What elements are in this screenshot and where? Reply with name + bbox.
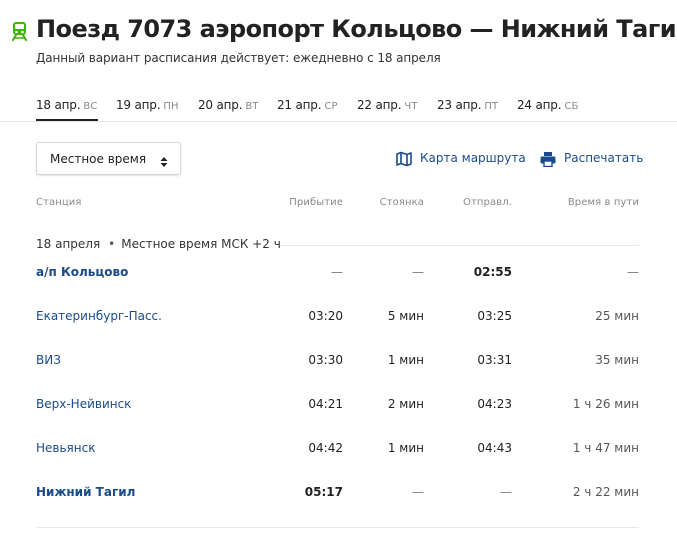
print-label: Распечатать bbox=[564, 151, 644, 165]
tab-weekday-label: ВТ bbox=[245, 101, 259, 112]
tab-weekday-label: СР bbox=[324, 101, 338, 112]
time-zone-select[interactable]: Местное время bbox=[36, 142, 181, 175]
travel-time: 1 ч 47 мин bbox=[572, 441, 639, 455]
stop-duration: 1 мин bbox=[387, 441, 424, 455]
stop-duration: 1 мин bbox=[387, 353, 424, 367]
travel-time: — bbox=[627, 265, 639, 279]
page-header: Поезд 7073 аэропорт Кольцово — Нижний Та… bbox=[0, 0, 677, 122]
station-link[interactable]: Екатеринбург-Пасс. bbox=[36, 309, 162, 323]
tab-date-label: 23 апр. bbox=[437, 98, 482, 112]
date-note-date: 18 апреля bbox=[36, 237, 101, 251]
stop-duration: — bbox=[412, 265, 424, 279]
departure-time: 03:25 bbox=[477, 309, 512, 323]
tab-date-label: 24 апр. bbox=[517, 98, 562, 112]
table-row: а/п Кольцово — — 02:55 — bbox=[0, 265, 677, 289]
tab-date-label: 20 апр. bbox=[198, 98, 243, 112]
column-header-arrival: Прибытие bbox=[289, 197, 343, 208]
arrival-time: 04:21 bbox=[308, 397, 343, 411]
column-header-travel-time: Время в пути bbox=[567, 197, 639, 208]
arrival-time: 04:42 bbox=[308, 441, 343, 455]
tab-weekday-label: ПН bbox=[163, 101, 179, 112]
tab-date-24[interactable]: 24 апр. СБ bbox=[517, 94, 579, 122]
travel-time: 25 мин bbox=[595, 309, 639, 323]
arrival-time: 03:30 bbox=[308, 353, 343, 367]
date-note-separator: • bbox=[108, 237, 116, 251]
select-arrows-icon bbox=[160, 153, 168, 167]
tab-date-20[interactable]: 20 апр. ВТ bbox=[198, 94, 259, 122]
table-row: Екатеринбург-Пасс. 03:20 5 мин 03:25 25 … bbox=[0, 309, 677, 333]
date-note-timezone: Местное время МСК +2 ч bbox=[121, 237, 281, 251]
station-link[interactable]: Невьянск bbox=[36, 441, 95, 455]
tab-weekday-label: ПТ bbox=[484, 101, 499, 112]
tab-date-18[interactable]: 18 апр. ВС bbox=[36, 94, 98, 122]
departure-time: — bbox=[500, 485, 512, 499]
station-link[interactable]: а/п Кольцово bbox=[36, 265, 128, 279]
schedule-validity-text: Данный вариант расписания действует: еже… bbox=[36, 51, 441, 65]
table-row: Невьянск 04:42 1 мин 04:43 1 ч 47 мин bbox=[0, 441, 677, 465]
tab-date-21[interactable]: 21 апр. СР bbox=[277, 94, 338, 122]
tabs-divider bbox=[0, 121, 677, 122]
map-icon bbox=[396, 151, 412, 167]
station-link[interactable]: Верх-Нейвинск bbox=[36, 397, 131, 411]
tab-date-label: 21 апр. bbox=[277, 98, 322, 112]
tab-weekday-label: ВС bbox=[83, 101, 98, 112]
tab-date-label: 22 апр. bbox=[357, 98, 402, 112]
table-bottom-divider bbox=[36, 527, 639, 528]
table-row: ВИЗ 03:30 1 мин 03:31 35 мин bbox=[0, 353, 677, 377]
print-link[interactable]: Распечатать bbox=[540, 150, 644, 168]
travel-time: 1 ч 26 мин bbox=[572, 397, 639, 411]
column-header-stop: Стоянка bbox=[379, 197, 424, 208]
arrival-time: 03:20 bbox=[308, 309, 343, 323]
tab-date-19[interactable]: 19 апр. ПН bbox=[116, 94, 179, 122]
travel-time: 2 ч 22 мин bbox=[572, 485, 639, 499]
page-title: Поезд 7073 аэропорт Кольцово — Нижний Та… bbox=[36, 15, 677, 43]
stop-duration: — bbox=[412, 485, 424, 499]
tab-weekday-label: СБ bbox=[564, 101, 579, 112]
tab-date-22[interactable]: 22 апр. ЧТ bbox=[357, 94, 418, 122]
travel-time: 35 мин bbox=[595, 353, 639, 367]
departure-time: 03:31 bbox=[477, 353, 512, 367]
arrival-time: 05:17 bbox=[304, 485, 343, 499]
date-note: 18 апреля • Местное время МСК +2 ч bbox=[36, 237, 281, 251]
stop-duration: 5 мин bbox=[387, 309, 424, 323]
route-map-link[interactable]: Карта маршрута bbox=[396, 150, 526, 168]
departure-time: 04:43 bbox=[477, 441, 512, 455]
time-zone-select-value: Местное время bbox=[50, 152, 147, 166]
column-header-departure: Отправл. bbox=[463, 197, 512, 208]
arrival-time: — bbox=[331, 265, 343, 279]
table-row: Верх-Нейвинск 04:21 2 мин 04:23 1 ч 26 м… bbox=[0, 397, 677, 421]
tab-date-label: 19 апр. bbox=[116, 98, 161, 112]
station-link[interactable]: Нижний Тагил bbox=[36, 485, 135, 499]
tab-date-23[interactable]: 23 апр. ПТ bbox=[437, 94, 498, 122]
printer-icon bbox=[540, 151, 556, 168]
table-row: Нижний Тагил 05:17 — — 2 ч 22 мин bbox=[0, 485, 677, 509]
departure-time: 02:55 bbox=[473, 265, 512, 279]
tab-weekday-label: ЧТ bbox=[404, 101, 418, 112]
route-map-label: Карта маршрута bbox=[420, 151, 526, 165]
station-link[interactable]: ВИЗ bbox=[36, 353, 61, 367]
train-icon bbox=[11, 21, 28, 41]
column-header-station: Станция bbox=[36, 197, 82, 208]
stop-duration: 2 мин bbox=[387, 397, 424, 411]
date-note-divider bbox=[280, 245, 639, 246]
tab-date-label: 18 апр. bbox=[36, 98, 81, 112]
departure-time: 04:23 bbox=[477, 397, 512, 411]
